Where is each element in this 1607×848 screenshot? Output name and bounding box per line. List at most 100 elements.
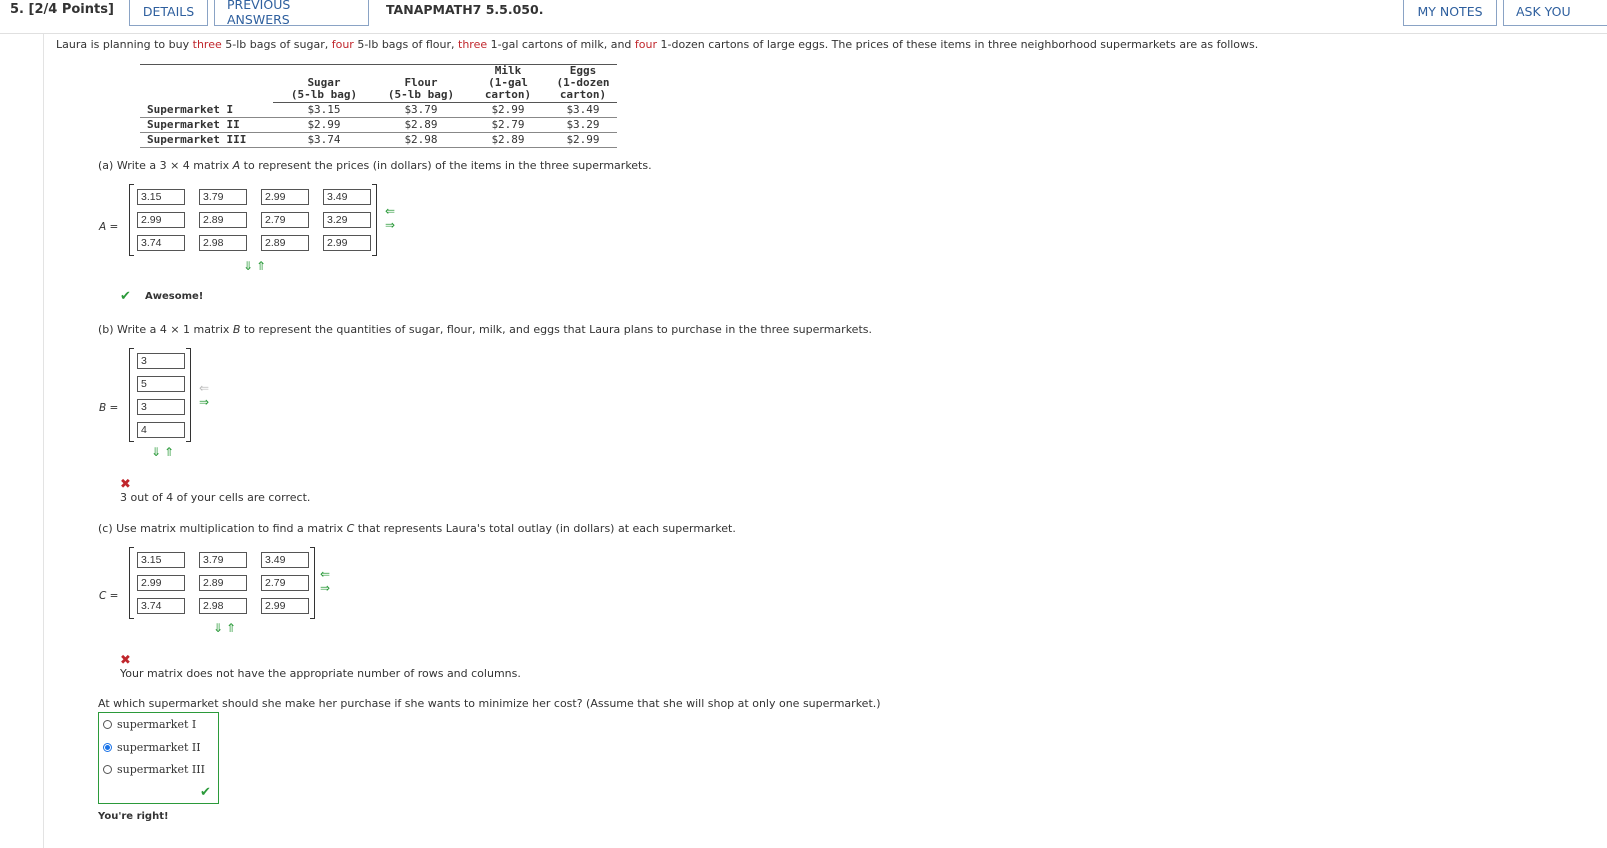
radio-label[interactable]: supermarket I bbox=[117, 718, 196, 731]
qty-milk: three bbox=[458, 38, 488, 51]
check-icon: ✔ bbox=[200, 785, 211, 800]
arrow-right-icon[interactable]: ⇒ bbox=[320, 582, 330, 594]
matrix-c-cell[interactable]: 3.15 bbox=[137, 552, 185, 568]
question-header: 5. [2/4 Points] DETAILS PREVIOUS ANSWERS… bbox=[0, 0, 1607, 34]
check-icon: ✔ bbox=[120, 289, 131, 304]
arrow-left-icon[interactable]: ⇐ bbox=[385, 205, 395, 217]
row-label: Supermarket I bbox=[140, 102, 273, 118]
arrow-left-icon[interactable]: ⇐ bbox=[320, 568, 330, 580]
price-cell: $2.99 bbox=[467, 102, 549, 118]
matrix-b-left-bracket bbox=[129, 348, 134, 442]
price-cell: $3.49 bbox=[549, 102, 617, 118]
x-mark-icon: ✖ bbox=[120, 477, 131, 492]
prompt-text: to represent the prices (in dollars) of … bbox=[240, 159, 652, 172]
price-cell: $2.79 bbox=[467, 117, 549, 133]
table-row: Supermarket II $2.99 $2.89 $2.79 $3.29 bbox=[140, 117, 617, 133]
qty-flour: four bbox=[331, 38, 354, 51]
matrix-b-cell[interactable]: 3 bbox=[137, 399, 185, 415]
matrix-a-cell[interactable]: 2.99 bbox=[323, 235, 371, 251]
part-d-feedback: You're right! bbox=[98, 811, 169, 822]
prompt-text: (c) Use matrix multiplication to find a … bbox=[98, 522, 347, 535]
intro-text: Laura is planning to buy three 5-lb bags… bbox=[56, 38, 1258, 51]
part-d-prompt: At which supermarket should she make her… bbox=[98, 697, 881, 710]
qty-eggs: four bbox=[634, 38, 658, 51]
part-a-prompt: (a) Write a 3 × 4 matrix A to represent … bbox=[98, 159, 652, 172]
col-header-eggs: Eggs (1-dozen carton) bbox=[549, 64, 617, 103]
intro-segment: 1-dozen cartons of large eggs. The price… bbox=[657, 38, 1259, 51]
matrix-a-cell[interactable]: 2.79 bbox=[261, 212, 309, 228]
matrix-a-cell[interactable]: 2.89 bbox=[199, 212, 247, 228]
matrix-a-cell[interactable]: 2.98 bbox=[199, 235, 247, 251]
matrix-c-cell[interactable]: 3.74 bbox=[137, 598, 185, 614]
prompt-text: that represents Laura's total outlay (in… bbox=[354, 522, 736, 535]
matrix-a-cell[interactable]: 2.89 bbox=[261, 235, 309, 251]
price-cell: $2.99 bbox=[549, 132, 617, 148]
price-cell: $2.89 bbox=[467, 132, 549, 148]
matrix-c-left-bracket bbox=[129, 547, 134, 619]
matrix-b-cell[interactable]: 5 bbox=[137, 376, 185, 392]
matrix-b-cell[interactable]: 3 bbox=[137, 353, 185, 369]
radio-supermarket-1[interactable] bbox=[103, 720, 112, 729]
matrix-c-cell[interactable]: 2.98 bbox=[199, 598, 247, 614]
prompt-text: to represent the quantities of sugar, fl… bbox=[240, 323, 872, 336]
arrow-up-icon[interactable]: ⇑ bbox=[256, 260, 266, 272]
matrix-c-label: C = bbox=[99, 590, 119, 602]
table-row: Supermarket III $3.74 $2.98 $2.89 $2.99 bbox=[140, 132, 617, 148]
matrix-c-cell[interactable]: 2.99 bbox=[261, 598, 309, 614]
x-mark-icon: ✖ bbox=[120, 653, 131, 668]
intro-segment: 5-lb bags of sugar, bbox=[221, 38, 332, 51]
prompt-text: (a) Write a 3 × 4 matrix bbox=[98, 159, 233, 172]
matrix-a-cell[interactable]: 3.79 bbox=[199, 189, 247, 205]
details-button[interactable]: DETAILS bbox=[129, 0, 208, 26]
table-row: Supermarket I $3.15 $3.79 $2.99 $3.49 bbox=[140, 102, 617, 118]
row-label: Supermarket III bbox=[140, 132, 273, 148]
radio-supermarket-3[interactable] bbox=[103, 765, 112, 774]
my-notes-button[interactable]: MY NOTES bbox=[1403, 0, 1497, 26]
matrix-c-cell[interactable]: 3.79 bbox=[199, 552, 247, 568]
arrow-right-icon[interactable]: ⇒ bbox=[385, 219, 395, 231]
price-cell: $2.99 bbox=[273, 117, 375, 133]
col-header-milk: Milk (1-gal carton) bbox=[467, 64, 549, 103]
arrow-right-icon[interactable]: ⇒ bbox=[199, 396, 209, 408]
row-label: Supermarket II bbox=[140, 117, 273, 133]
matrix-c-cell[interactable]: 2.79 bbox=[261, 575, 309, 591]
left-divider bbox=[43, 34, 44, 848]
arrow-down-icon[interactable]: ⇓ bbox=[243, 260, 253, 272]
arrow-left-icon[interactable]: ⇐ bbox=[199, 382, 209, 394]
matrix-b-right-bracket bbox=[186, 348, 191, 442]
price-cell: $3.29 bbox=[549, 117, 617, 133]
matrix-c-cell[interactable]: 2.99 bbox=[137, 575, 185, 591]
price-cell: $3.74 bbox=[273, 132, 375, 148]
question-number: 5. [2/4 Points] bbox=[10, 2, 114, 17]
matrix-a-left-bracket bbox=[129, 184, 134, 256]
price-cell: $2.98 bbox=[375, 132, 467, 148]
intro-segment: Laura is planning to buy bbox=[56, 38, 193, 51]
col-header-sugar: Sugar (5-lb bag) bbox=[273, 64, 375, 103]
intro-segment: 5-lb bags of flour, bbox=[353, 38, 459, 51]
radio-supermarket-2[interactable] bbox=[103, 743, 112, 752]
arrow-up-icon[interactable]: ⇑ bbox=[164, 446, 174, 458]
arrow-down-icon[interactable]: ⇓ bbox=[213, 622, 223, 634]
ask-your-teacher-button[interactable]: ASK YOU bbox=[1503, 0, 1607, 26]
matrix-a-cell[interactable]: 2.99 bbox=[137, 212, 185, 228]
previous-answers-button[interactable]: PREVIOUS ANSWERS bbox=[214, 0, 369, 27]
matrix-b-cell[interactable]: 4 bbox=[137, 422, 185, 438]
matrix-c-cell[interactable]: 2.89 bbox=[199, 575, 247, 591]
part-a-feedback: Awesome! bbox=[145, 291, 204, 302]
matrix-a-cell[interactable]: 2.99 bbox=[261, 189, 309, 205]
matrix-a-cell[interactable]: 3.15 bbox=[137, 189, 185, 205]
matrix-a-label: A = bbox=[99, 221, 119, 233]
prompt-text: (b) Write a 4 × 1 matrix bbox=[98, 323, 233, 336]
matrix-b-label: B = bbox=[99, 402, 119, 414]
matrix-a-cell[interactable]: 3.29 bbox=[323, 212, 371, 228]
matrix-c-cell[interactable]: 3.49 bbox=[261, 552, 309, 568]
qty-sugar: three bbox=[192, 38, 222, 51]
intro-segment: 1-gal cartons of milk, and bbox=[487, 38, 635, 51]
matrix-a-cell[interactable]: 3.74 bbox=[137, 235, 185, 251]
matrix-a-cell[interactable]: 3.49 bbox=[323, 189, 371, 205]
radio-label[interactable]: supermarket II bbox=[117, 741, 201, 754]
arrow-down-icon[interactable]: ⇓ bbox=[151, 446, 161, 458]
price-cell: $3.15 bbox=[273, 102, 375, 118]
arrow-up-icon[interactable]: ⇑ bbox=[226, 622, 236, 634]
radio-label[interactable]: supermarket III bbox=[117, 763, 205, 776]
